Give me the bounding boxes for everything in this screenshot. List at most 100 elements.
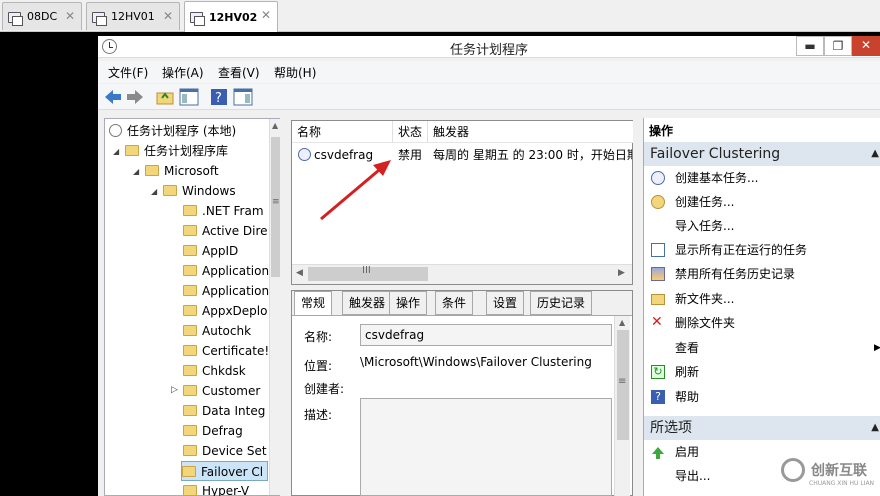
- help-icon[interactable]: ?: [208, 86, 230, 108]
- description-field[interactable]: [360, 398, 612, 496]
- folder-icon: [183, 325, 197, 336]
- folder-icon: [183, 245, 197, 256]
- tree-item-hyper-v[interactable]: Hyper-V: [183, 481, 249, 496]
- action-disable-task-history[interactable]: 禁用所有任务历史记录: [644, 263, 795, 285]
- tree-item-windows[interactable]: Windows: [163, 181, 236, 201]
- tree-item-data-integrity[interactable]: Data Integ: [183, 401, 265, 421]
- action-create-task[interactable]: 创建任务...: [644, 191, 734, 213]
- action-refresh[interactable]: ↻ 刷新: [644, 361, 699, 383]
- col-header-status[interactable]: 状态: [393, 121, 428, 143]
- description-label: 描述:: [304, 408, 333, 422]
- col-header-name[interactable]: 名称: [292, 121, 393, 143]
- tree-item-chkdsk[interactable]: Chkdsk: [183, 361, 246, 381]
- task-scheduler-window: 任务计划程序 ▬ ❐ ✕ 文件(F) 操作(A) 查看(V) 帮助(H) ? 任…: [98, 36, 880, 496]
- tab-general[interactable]: 常规: [294, 291, 333, 317]
- action-enable[interactable]: 启用: [644, 441, 699, 463]
- tree-item-defrag[interactable]: Defrag: [183, 421, 243, 441]
- section-failover-clustering[interactable]: Failover Clustering ▲: [644, 142, 880, 166]
- tree-item-failover-clustering[interactable]: Failover Cl: [181, 461, 269, 481]
- horizontal-scrollbar[interactable]: ◀ III ▶: [292, 264, 632, 284]
- back-arrow-icon[interactable]: [102, 86, 124, 108]
- expand-arrow-icon[interactable]: ▷: [171, 385, 178, 395]
- tree-item-customer[interactable]: Customer: [183, 381, 260, 401]
- minimize-button[interactable]: ▬: [796, 36, 824, 56]
- collapse-arrow-icon[interactable]: ▲: [871, 416, 879, 440]
- tree-item-active-directory[interactable]: Active Dire: [183, 221, 268, 241]
- collapse-arrow-icon[interactable]: ▲: [871, 142, 879, 166]
- maximize-button[interactable]: ❐: [824, 36, 852, 56]
- watermark-logo: 创新互联 CHUANG XIN HU LIAN: [777, 448, 880, 496]
- tab-label: 12HV01: [111, 10, 155, 23]
- action-help[interactable]: ? 帮助: [644, 386, 699, 408]
- detail-scrollbar[interactable]: ▲ ≡: [614, 316, 630, 496]
- tree-item-appxdeploy[interactable]: AppxDeplo: [183, 301, 267, 321]
- action-import-task[interactable]: 导入任务...: [644, 215, 734, 237]
- tree-item-autochk[interactable]: Autochk: [183, 321, 251, 341]
- tree-item-application-1[interactable]: Application: [183, 261, 269, 281]
- scroll-right-icon[interactable]: ▶: [618, 268, 625, 278]
- tree-item-device-setup[interactable]: Device Set: [183, 441, 267, 461]
- scroll-up-icon[interactable]: ▲: [619, 318, 625, 327]
- action-view[interactable]: 查看 ▶: [644, 337, 880, 359]
- tree-item-local[interactable]: 任务计划程序 (本地): [109, 121, 236, 141]
- logo-icon: [781, 458, 805, 482]
- section-selected-item[interactable]: 所选项 ▲: [644, 416, 880, 440]
- close-icon[interactable]: ✕: [261, 8, 271, 22]
- tab-12hv01[interactable]: 12HV01 ✕: [86, 2, 180, 30]
- scroll-up-icon[interactable]: ▲: [272, 121, 278, 130]
- title-bar: 任务计划程序 ▬ ❐ ✕: [98, 36, 880, 58]
- folder-icon: [163, 185, 177, 196]
- grip-icon: ≡: [618, 376, 627, 387]
- folder-icon: [182, 466, 196, 477]
- collapse-arrow-icon[interactable]: ◢: [133, 167, 139, 176]
- tab-history[interactable]: 历史记录: [530, 291, 593, 315]
- action-delete-folder[interactable]: ✕ 删除文件夹: [644, 312, 735, 334]
- close-icon[interactable]: ✕: [163, 9, 173, 23]
- tree-item-dotnet[interactable]: .NET Fram: [183, 201, 264, 221]
- menu-file[interactable]: 文件(F): [108, 64, 148, 81]
- action-new-folder[interactable]: 新文件夹...: [644, 288, 734, 310]
- tree-scrollbar[interactable]: ▲ ≡: [269, 119, 281, 495]
- annotation-arrow-icon: [320, 160, 391, 221]
- tab-12hv02[interactable]: 12HV02 ✕: [184, 1, 278, 32]
- action-create-basic-task[interactable]: 创建基本任务...: [644, 167, 758, 189]
- forward-arrow-icon[interactable]: [124, 86, 146, 108]
- tab-triggers[interactable]: 触发器: [342, 291, 393, 315]
- show-hide-console-tree-icon[interactable]: [178, 86, 200, 108]
- svg-text:?: ?: [215, 91, 222, 106]
- folder-icon: [183, 445, 197, 456]
- tree-item-library[interactable]: 任务计划程序库: [125, 141, 228, 161]
- folder-icon: [183, 425, 197, 436]
- action-export[interactable]: 导出...: [644, 465, 710, 487]
- tab-actions[interactable]: 操作: [389, 291, 428, 315]
- col-header-trigger[interactable]: 触发器: [428, 121, 633, 143]
- tab-label: 08DC: [27, 10, 58, 23]
- close-icon[interactable]: ✕: [65, 9, 75, 23]
- task-detail-pane: 常规 触发器 操作 条件 设置 历史记录 名称: csvdefrag 位置: \…: [291, 290, 633, 496]
- action-show-running-tasks[interactable]: 显示所有正在运行的任务: [644, 239, 807, 261]
- menu-action[interactable]: 操作(A): [162, 64, 204, 81]
- remote-tab-bar: 08DC ✕ 12HV01 ✕ 12HV02 ✕: [0, 0, 880, 32]
- tree-item-microsoft[interactable]: Microsoft: [145, 161, 219, 181]
- submenu-arrow-icon: ▶: [874, 343, 880, 353]
- tree-item-application-2[interactable]: Application: [183, 281, 269, 301]
- tab-settings[interactable]: 设置: [486, 291, 525, 315]
- tab-conditions[interactable]: 条件: [435, 291, 474, 315]
- tab-08dc[interactable]: 08DC ✕: [2, 2, 82, 30]
- menu-help[interactable]: 帮助(H): [274, 64, 316, 81]
- collapse-arrow-icon[interactable]: ◢: [113, 147, 119, 156]
- close-button[interactable]: ✕: [852, 36, 880, 56]
- menu-bar: 文件(F) 操作(A) 查看(V) 帮助(H): [98, 61, 880, 83]
- folder-icon: [125, 145, 139, 156]
- show-hide-action-pane-icon[interactable]: [232, 86, 254, 108]
- name-field[interactable]: csvdefrag: [360, 324, 612, 346]
- tree-item-appid[interactable]: AppID: [183, 241, 238, 261]
- location-value: \Microsoft\Windows\Failover Clustering: [360, 355, 592, 369]
- up-folder-icon[interactable]: [154, 86, 176, 108]
- console-tree: 任务计划程序 (本地) ◢ 任务计划程序库 ◢ Microsoft ◢ Wind…: [104, 118, 281, 496]
- collapse-arrow-icon[interactable]: ◢: [151, 187, 157, 196]
- menu-view[interactable]: 查看(V): [218, 64, 260, 81]
- scroll-left-icon[interactable]: ◀: [296, 268, 303, 278]
- tree-item-certificate[interactable]: Certificate!: [183, 341, 269, 361]
- scroll-thumb[interactable]: [271, 137, 280, 277]
